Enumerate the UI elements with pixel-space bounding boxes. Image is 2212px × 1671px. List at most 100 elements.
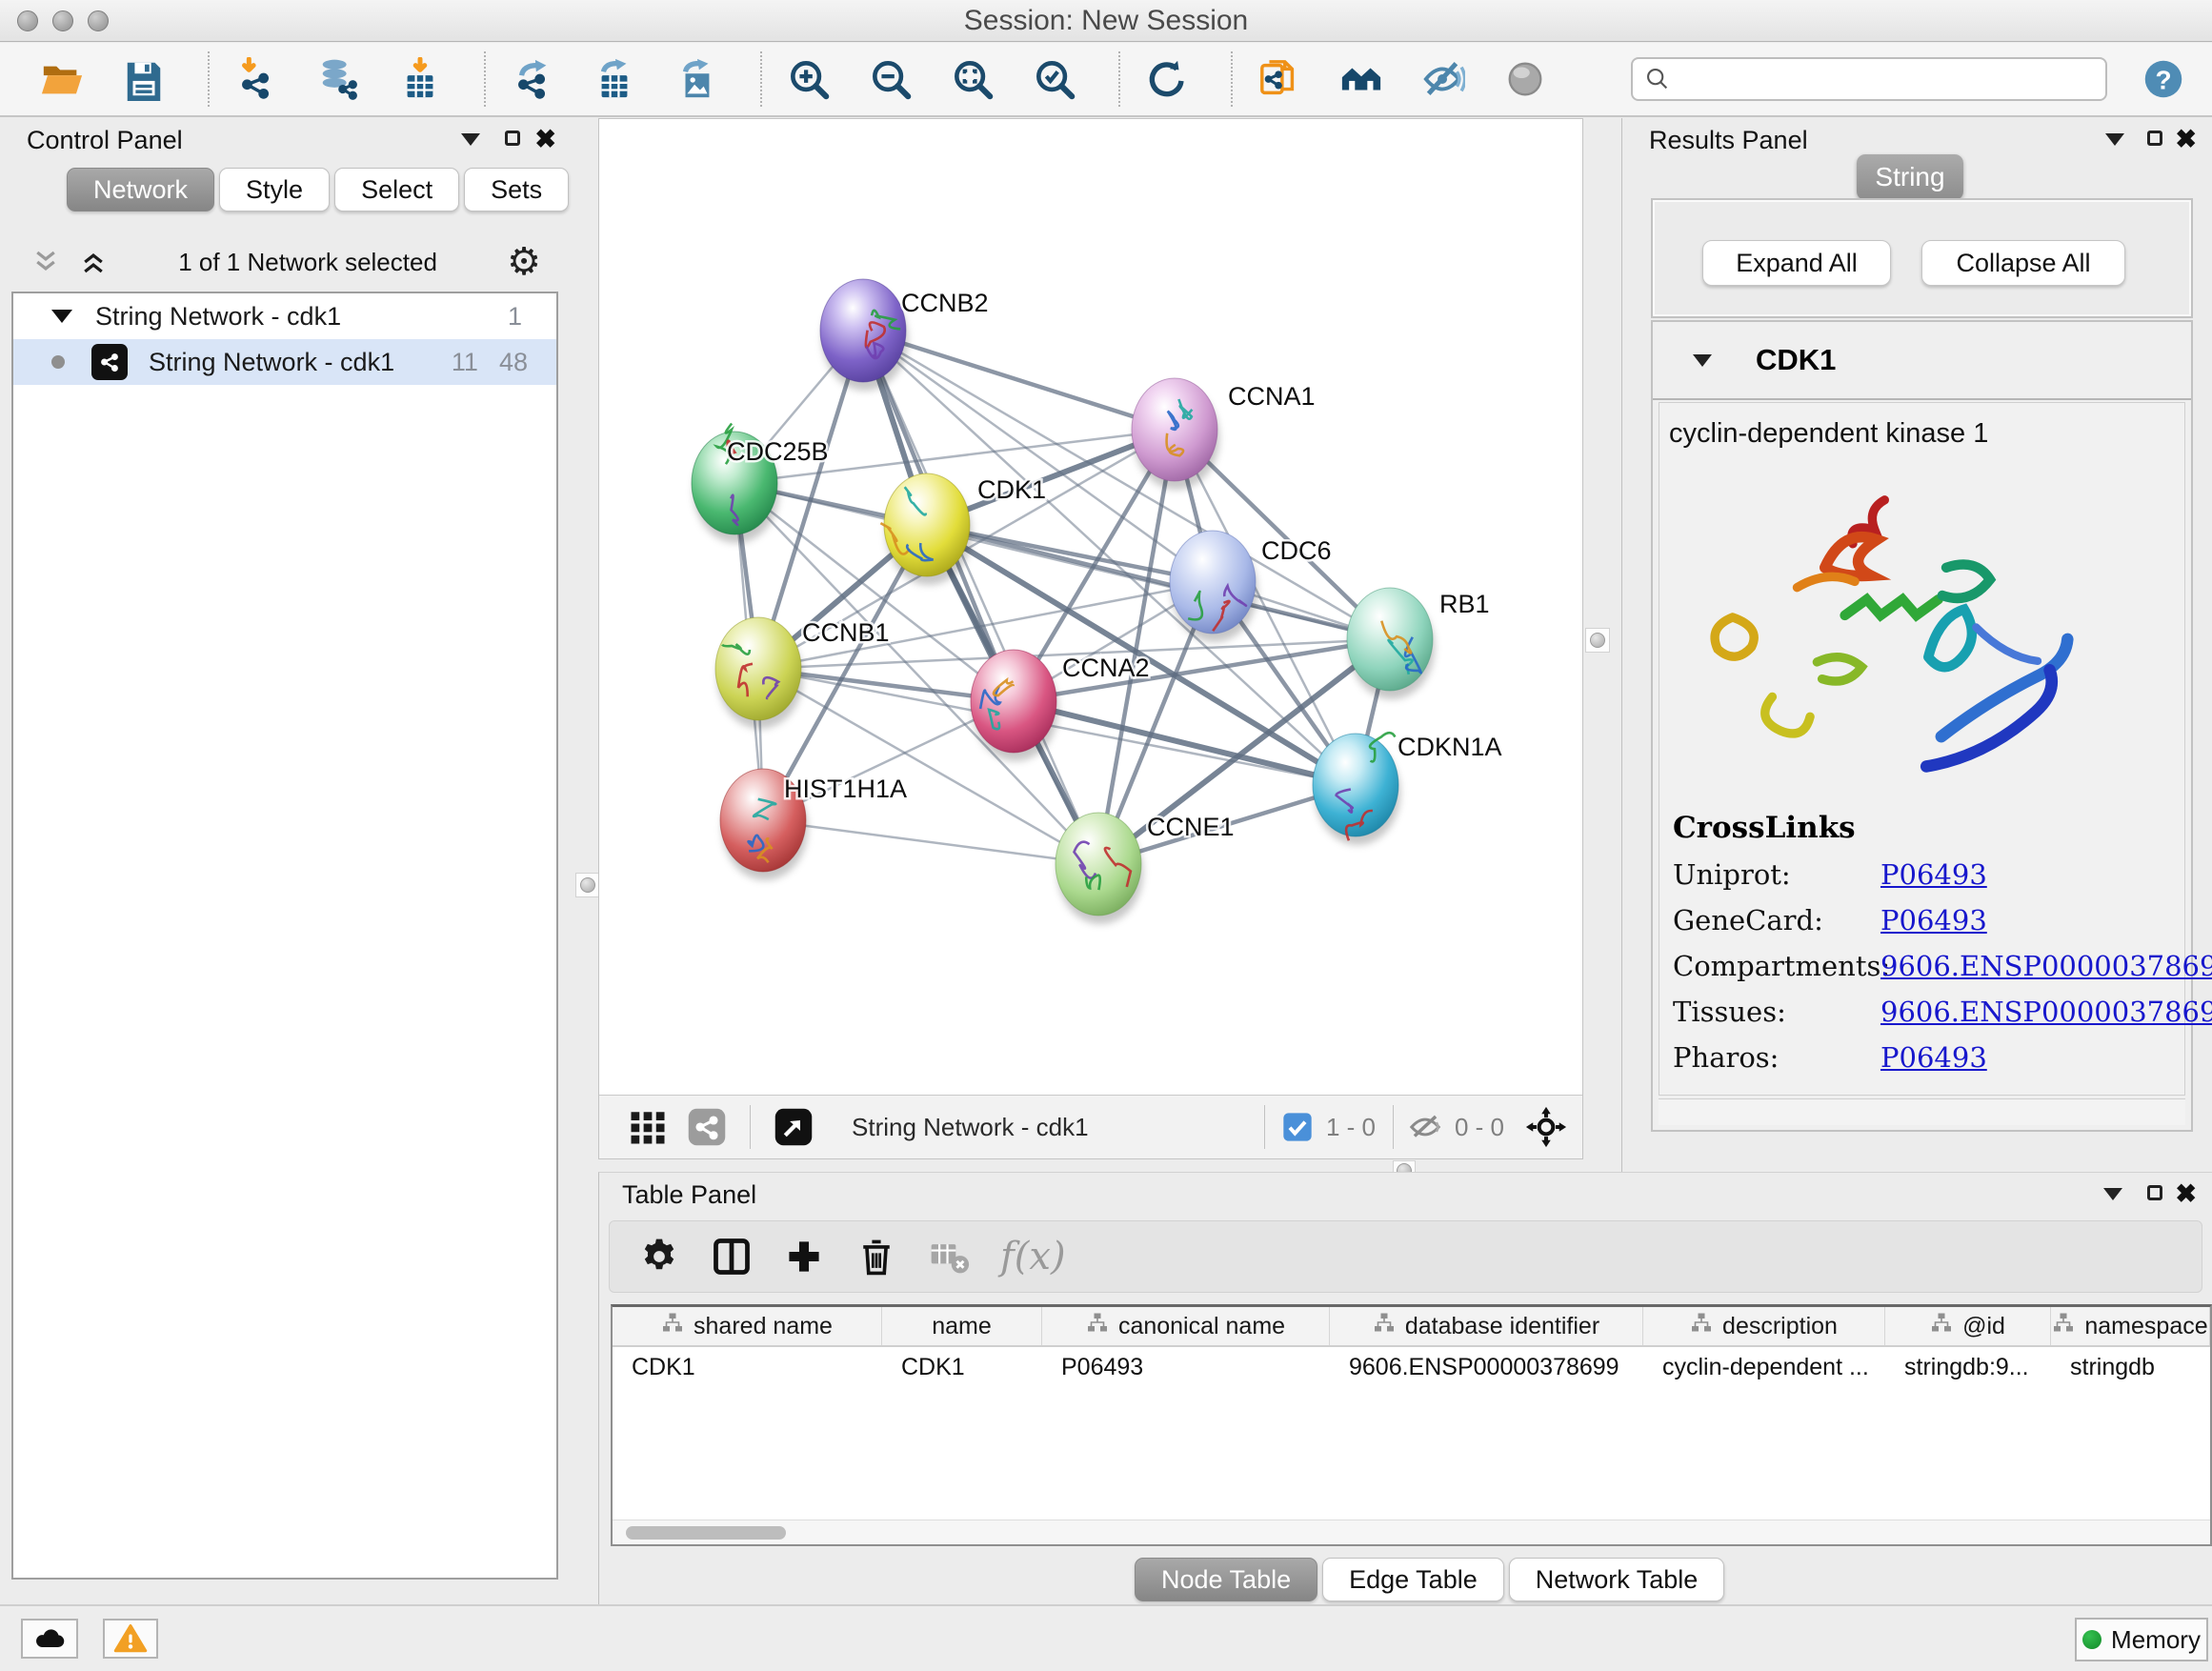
table-cell[interactable]: stringdb:9... [1885,1347,2051,1387]
right-splitter-grip[interactable] [1585,628,1610,653]
warning-button[interactable] [103,1619,158,1659]
expand-all-networks-icon[interactable] [78,248,109,276]
network-node-CCNA2[interactable]: CCNA2 [971,650,1150,761]
share-document-icon[interactable] [1257,57,1301,101]
tab-node-table[interactable]: Node Table [1135,1558,1317,1601]
cloud-button[interactable] [21,1619,78,1659]
column-header-canonical-name[interactable]: canonical name [1042,1307,1330,1345]
network-options-gear-icon[interactable]: ⚙ [507,243,541,281]
show-graphics-icon[interactable] [1503,57,1547,101]
birds-eye-view-icon[interactable] [774,1107,814,1147]
table-cell[interactable]: CDK1 [882,1347,1042,1387]
table-row[interactable]: CDK1CDK1P064939606.ENSP00000378699cyclin… [613,1347,2210,1387]
grid-view-icon[interactable] [628,1107,668,1147]
network-node-CDK1[interactable]: CDK1 [880,473,1046,585]
home-icon[interactable] [1339,57,1383,101]
crosslink-link[interactable]: P06493 [1880,1041,1987,1074]
network-node-HIST1H1A[interactable]: HIST1H1A [720,769,907,880]
export-network-icon[interactable] [511,57,554,101]
column-header-shared-name[interactable]: shared name [613,1307,882,1345]
table-panel-float-icon[interactable] [2147,1185,2162,1200]
results-panel-close-icon[interactable]: ✖ [2175,127,2197,152]
column-type-icon [1086,1312,1109,1341]
zoom-in-icon[interactable] [787,57,831,101]
table-cell[interactable]: cyclin-dependent ... [1643,1347,1885,1387]
crosslink-link[interactable]: P06493 [1880,904,1987,936]
tab-style[interactable]: Style [219,168,330,211]
tab-string[interactable]: String [1857,154,1963,200]
zoom-fit-icon[interactable] [951,57,995,101]
gene-header[interactable]: CDK1 [1653,322,2191,400]
add-column-icon[interactable] [783,1236,825,1278]
network-node-CCNB2[interactable]: CCNB2 [820,279,989,391]
table-scrollbar[interactable] [613,1520,2210,1544]
hidden-eye-icon[interactable] [1407,1109,1443,1145]
column-header-description[interactable]: description [1643,1307,1885,1345]
table-cell[interactable]: CDK1 [613,1347,882,1387]
zoom-out-icon[interactable] [869,57,913,101]
zoom-selected-icon[interactable] [1033,57,1076,101]
left-splitter-grip[interactable] [575,873,600,897]
crosslinks-heading: CrossLinks [1673,811,2212,845]
selected-checkbox-icon[interactable] [1282,1112,1313,1142]
tab-edge-table[interactable]: Edge Table [1322,1558,1504,1601]
control-panel-float-icon[interactable] [505,131,520,146]
network-node-CDKN1A[interactable]: CDKN1A [1313,733,1502,845]
table-panel-menu-icon[interactable] [2103,1188,2122,1200]
network-share-icon[interactable] [687,1107,727,1147]
results-panel-float-icon[interactable] [2147,131,2162,146]
network-edge[interactable] [863,331,1175,430]
import-table-icon[interactable] [398,57,442,101]
gene-expander-icon[interactable] [1693,354,1712,367]
tab-select[interactable]: Select [334,168,459,211]
search-input[interactable] [1671,64,2105,95]
crosslink-link[interactable]: 9606.ENSP00000378699 [1880,996,2212,1028]
column-header--id[interactable]: @id [1885,1307,2051,1345]
refresh-icon[interactable] [1145,57,1189,101]
table-panel-close-icon[interactable]: ✖ [2175,1181,2197,1207]
network-node-CDC25B[interactable]: CDC25B [692,424,829,544]
table-cell[interactable]: 9606.ENSP00000378699 [1330,1347,1643,1387]
column-header-database-identifier[interactable]: database identifier [1330,1307,1643,1345]
network-edge[interactable] [763,820,1098,864]
open-session-icon[interactable] [40,57,84,101]
results-panel-menu-icon[interactable] [2105,133,2124,146]
network-collection-row[interactable]: String Network - cdk1 1 [13,293,556,339]
export-table-icon[interactable] [593,57,636,101]
table-settings-gear-icon[interactable] [638,1236,680,1278]
network-row[interactable]: String Network - cdk1 11 48 [13,339,556,385]
collapse-all-networks-icon[interactable] [30,248,61,276]
results-scrollbar[interactable] [1659,1098,2185,1125]
tab-network[interactable]: Network [67,168,214,211]
network-node-RB1[interactable]: RB1 [1347,588,1490,699]
import-network-icon[interactable] [234,57,278,101]
export-image-icon[interactable] [674,57,718,101]
import-network-from-database-icon[interactable] [316,57,360,101]
table-cell[interactable]: stringdb [2051,1347,2210,1387]
column-header-namespace[interactable]: namespace [2051,1307,2210,1345]
hide-graphics-icon[interactable] [1421,57,1465,101]
column-header-name[interactable]: name [882,1307,1042,1345]
collapse-all-button[interactable]: Collapse All [1921,240,2125,286]
table-cell[interactable]: P06493 [1042,1347,1330,1387]
table-scrollbar-thumb[interactable] [626,1526,786,1540]
collection-expander-icon[interactable] [51,310,72,323]
network-node-CCNA1[interactable]: CCNA1 [1132,378,1316,490]
delete-column-icon[interactable] [855,1236,897,1278]
control-panel-close-icon[interactable]: ✖ [534,127,556,152]
tab-network-table[interactable]: Network Table [1509,1558,1725,1601]
tab-sets[interactable]: Sets [464,168,569,211]
crosslink-link[interactable]: 9606.ENSP00000378699 [1880,950,2212,982]
network-node-CDC6[interactable]: CDC6 [1170,531,1332,642]
save-session-icon[interactable] [122,57,166,101]
pan-crosshair-icon[interactable] [1525,1106,1567,1148]
expand-all-button[interactable]: Expand All [1702,240,1891,286]
crosslink-link[interactable]: P06493 [1880,858,1987,891]
collection-count: 1 [508,302,522,332]
help-icon[interactable]: ? [2143,59,2183,99]
show-columns-icon[interactable] [711,1236,753,1278]
network-node-CCNB1[interactable]: CCNB1 [715,617,890,729]
network-canvas[interactable]: CCNB2 CCNA1 CDC25B CDK1 CDC6RB1 CCNB1 CCNA2 CDK… [599,119,1582,1095]
memory-button[interactable]: Memory [2075,1618,2208,1661]
control-panel-menu-icon[interactable] [461,133,480,146]
